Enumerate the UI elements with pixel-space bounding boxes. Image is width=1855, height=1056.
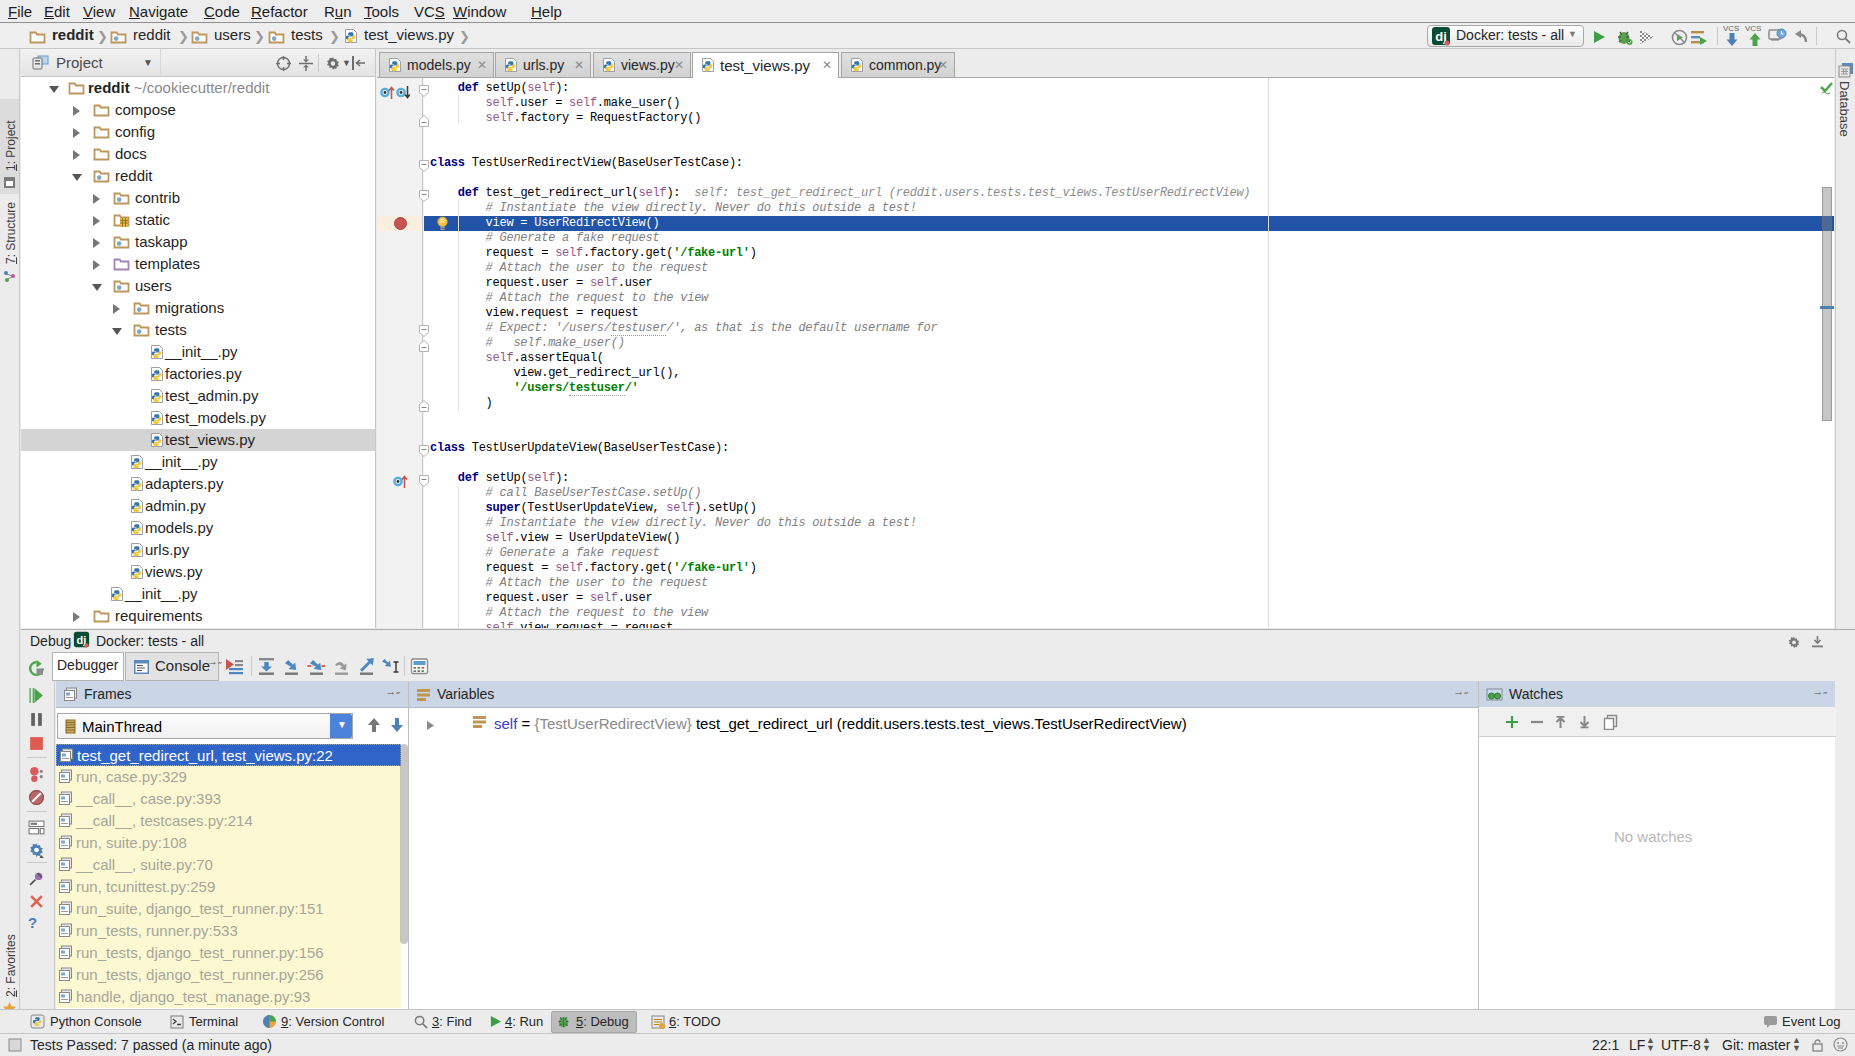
svg-text:dj: dj [77,634,87,646]
